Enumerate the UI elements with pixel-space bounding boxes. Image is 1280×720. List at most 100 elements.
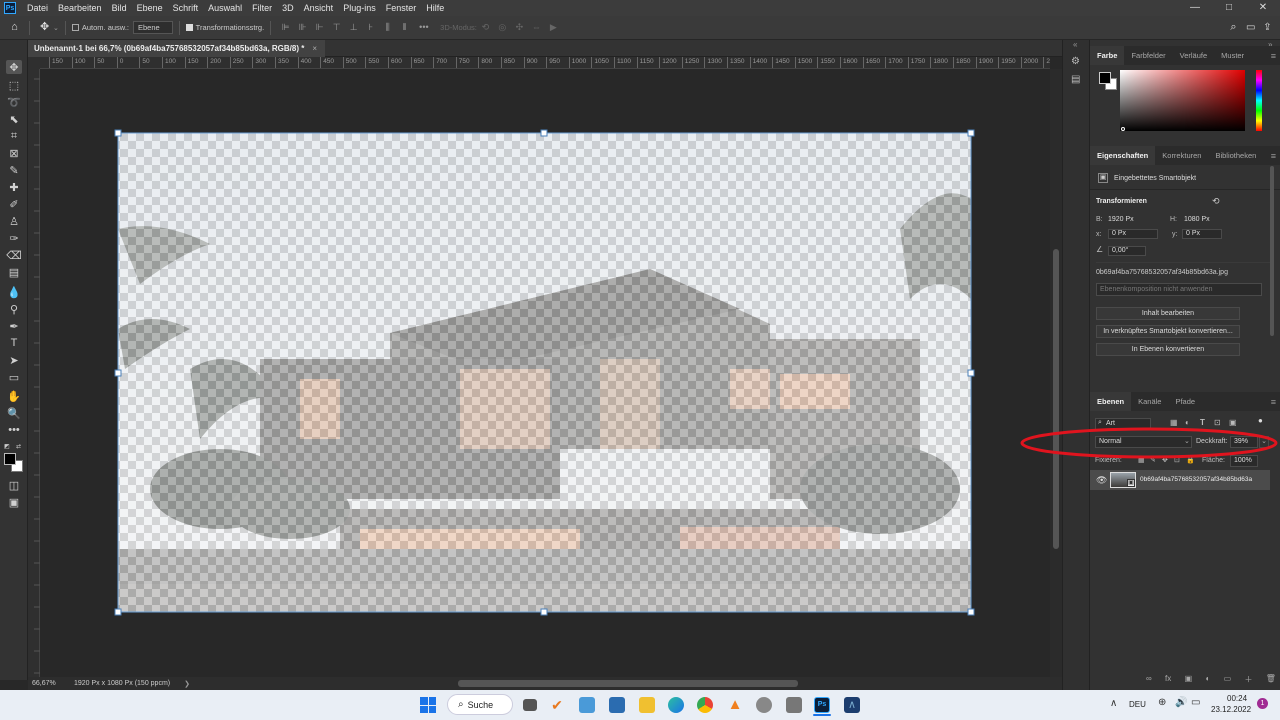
- document-tab[interactable]: Unbenannt-1 bei 66,7% (0b69af4ba75768532…: [28, 40, 326, 57]
- language-indicator[interactable]: DEU: [1129, 700, 1146, 709]
- stamp-tool-icon[interactable]: ♙: [6, 214, 22, 228]
- azure-app-icon[interactable]: ∧: [844, 697, 860, 713]
- align-bottom-icon[interactable]: ⊦: [366, 23, 375, 32]
- convert-layers-button[interactable]: In Ebenen konvertieren: [1096, 343, 1240, 356]
- crop-tool-icon[interactable]: ⌗: [6, 129, 22, 143]
- move-tool-preset-icon[interactable]: ✥: [40, 22, 49, 33]
- hand-tool-icon[interactable]: ✋: [6, 389, 22, 403]
- align-vcenter-icon[interactable]: ⊥: [349, 23, 358, 32]
- photoshop-taskbar-icon[interactable]: Ps: [814, 697, 830, 713]
- document-canvas[interactable]: [40, 69, 1050, 677]
- healing-tool-icon[interactable]: ✚: [6, 180, 22, 194]
- brush-tool-icon[interactable]: ✐: [6, 197, 22, 211]
- canvas-area[interactable]: [40, 69, 1050, 677]
- task-view-icon[interactable]: [523, 699, 537, 711]
- filter-toggle-icon[interactable]: ●: [1258, 416, 1263, 425]
- minimize-icon[interactable]: —: [1178, 0, 1212, 16]
- photos-app-icon[interactable]: [579, 697, 595, 713]
- path-select-tool-icon[interactable]: ➤: [6, 353, 22, 367]
- comment-panel-icon[interactable]: ▤: [1071, 74, 1083, 86]
- swap-colors-icon[interactable]: ⇄: [16, 443, 22, 450]
- menu-auswahl[interactable]: Auswahl: [203, 0, 247, 16]
- menu-ebene[interactable]: Ebene: [132, 0, 168, 16]
- gradient-tool-icon[interactable]: ▤: [6, 265, 22, 279]
- auto-select-checkbox[interactable]: [71, 24, 79, 31]
- horizontal-ruler[interactable]: 150 100 50 0 50 100 150 200 250 300 350 400 450 500 55…: [40, 57, 1050, 69]
- tab-bibliotheken[interactable]: Bibliotheken: [1208, 146, 1263, 165]
- checkmark-app-icon[interactable]: ✔: [549, 697, 565, 713]
- menu-fenster[interactable]: Fenster: [381, 0, 422, 16]
- taskbar-search[interactable]: ⌕ Suche: [447, 694, 513, 715]
- zoom-tool-icon[interactable]: 🔍: [6, 406, 22, 420]
- properties-scrollbar[interactable]: [1270, 166, 1274, 336]
- history-panel-icon[interactable]: ⚙: [1071, 56, 1083, 68]
- roll-3d-icon[interactable]: ◎: [498, 23, 507, 32]
- collapse-panels-icon[interactable]: «: [1073, 40, 1077, 49]
- panel-menu-icon[interactable]: ≡: [1271, 51, 1276, 61]
- adjustment-layer-icon[interactable]: ◐: [1205, 674, 1210, 686]
- dodge-tool-icon[interactable]: ⚲: [6, 302, 22, 316]
- align-hcenter-icon[interactable]: ⊪: [298, 23, 307, 32]
- horizontal-scrollbar-thumb[interactable]: [458, 680, 798, 687]
- menu-datei[interactable]: Datei: [22, 0, 53, 16]
- orbit-3d-icon[interactable]: ⟲: [481, 23, 490, 32]
- layer-comp-dropdown[interactable]: Ebenenkomposition nicht anwenden: [1096, 283, 1262, 296]
- more-tools-icon[interactable]: •••: [6, 423, 22, 437]
- color-picker-cursor[interactable]: [1121, 127, 1125, 131]
- frame-tool-icon[interactable]: ⊠: [6, 146, 22, 160]
- object-select-tool-icon[interactable]: ⬉: [6, 112, 22, 126]
- new-layer-icon[interactable]: ＋: [1244, 674, 1252, 686]
- volume-icon[interactable]: 🔊: [1175, 697, 1187, 708]
- layer-name[interactable]: 0b69af4ba75768532057af34b85bd63a: [1140, 476, 1252, 483]
- more-options-icon[interactable]: •••: [419, 23, 428, 32]
- tab-pfade[interactable]: Pfade: [1168, 392, 1202, 411]
- menu-ansicht[interactable]: Ansicht: [299, 0, 339, 16]
- panel-menu-icon[interactable]: ≡: [1271, 397, 1276, 407]
- edit-contents-button[interactable]: Inhalt bearbeiten: [1096, 307, 1240, 320]
- home-icon[interactable]: ⌂: [10, 22, 19, 33]
- menu-schrift[interactable]: Schrift: [168, 0, 204, 16]
- eyedropper-tool-icon[interactable]: ✎: [6, 163, 22, 177]
- clock-time[interactable]: 00:24: [1227, 694, 1247, 703]
- clock-date[interactable]: 23.12.2022: [1211, 705, 1251, 714]
- layer-visibility-eye-icon[interactable]: 👁: [1096, 475, 1107, 486]
- camera-3d-icon[interactable]: ▶: [549, 23, 558, 32]
- new-group-icon[interactable]: ▭: [1224, 674, 1232, 686]
- menu-filter[interactable]: Filter: [247, 0, 277, 16]
- default-colors-icon[interactable]: ◩: [4, 443, 10, 450]
- link-layers-icon[interactable]: ∞: [1146, 674, 1152, 686]
- color-field[interactable]: [1120, 70, 1245, 131]
- windows-start-icon[interactable]: [420, 697, 436, 713]
- align-top-icon[interactable]: ⊤: [332, 23, 341, 32]
- layer-style-icon[interactable]: fx: [1165, 674, 1171, 686]
- network-app-icon[interactable]: [786, 697, 802, 713]
- marquee-tool-icon[interactable]: ⬚: [6, 78, 22, 92]
- layer-row[interactable]: 👁 ▣ 0b69af4ba75768532057af34b85bd63a: [1090, 470, 1270, 490]
- tray-overflow-icon[interactable]: ∧: [1110, 698, 1117, 709]
- vlc-player-icon[interactable]: ▲: [727, 697, 743, 713]
- foreground-color-swatch[interactable]: [4, 453, 16, 465]
- close-document-icon[interactable]: ×: [312, 44, 317, 53]
- menu-bild[interactable]: Bild: [107, 0, 132, 16]
- align-right-icon[interactable]: ⊩: [315, 23, 324, 32]
- vertical-scrollbar[interactable]: [1050, 69, 1062, 677]
- history-brush-icon[interactable]: ✑: [6, 231, 22, 245]
- search-icon[interactable]: ⌕: [1229, 22, 1238, 33]
- quick-mask-icon[interactable]: ◫: [6, 478, 22, 492]
- type-tool-icon[interactable]: T: [6, 336, 22, 350]
- calculator-app-icon[interactable]: [609, 697, 625, 713]
- hue-slider[interactable]: [1256, 70, 1262, 131]
- settings-gear-icon[interactable]: [756, 697, 772, 713]
- rectangle-tool-icon[interactable]: ▭: [6, 370, 22, 384]
- reset-transform-icon[interactable]: ⟲: [1212, 196, 1220, 207]
- battery-icon[interactable]: ▭: [1191, 697, 1200, 708]
- chevron-down-icon[interactable]: ⌄: [53, 24, 59, 32]
- menu-bearbeiten[interactable]: Bearbeiten: [53, 0, 107, 16]
- blur-tool-icon[interactable]: 💧: [6, 285, 22, 299]
- slide-3d-icon[interactable]: ⇔: [532, 23, 541, 32]
- edge-browser-icon[interactable]: [668, 697, 684, 713]
- color-panel-fg-swatch[interactable]: [1099, 72, 1111, 84]
- lasso-tool-icon[interactable]: ➰: [6, 95, 22, 109]
- tab-farbfelder[interactable]: Farbfelder: [1124, 46, 1172, 65]
- tab-verlaeufe[interactable]: Verläufe: [1173, 46, 1215, 65]
